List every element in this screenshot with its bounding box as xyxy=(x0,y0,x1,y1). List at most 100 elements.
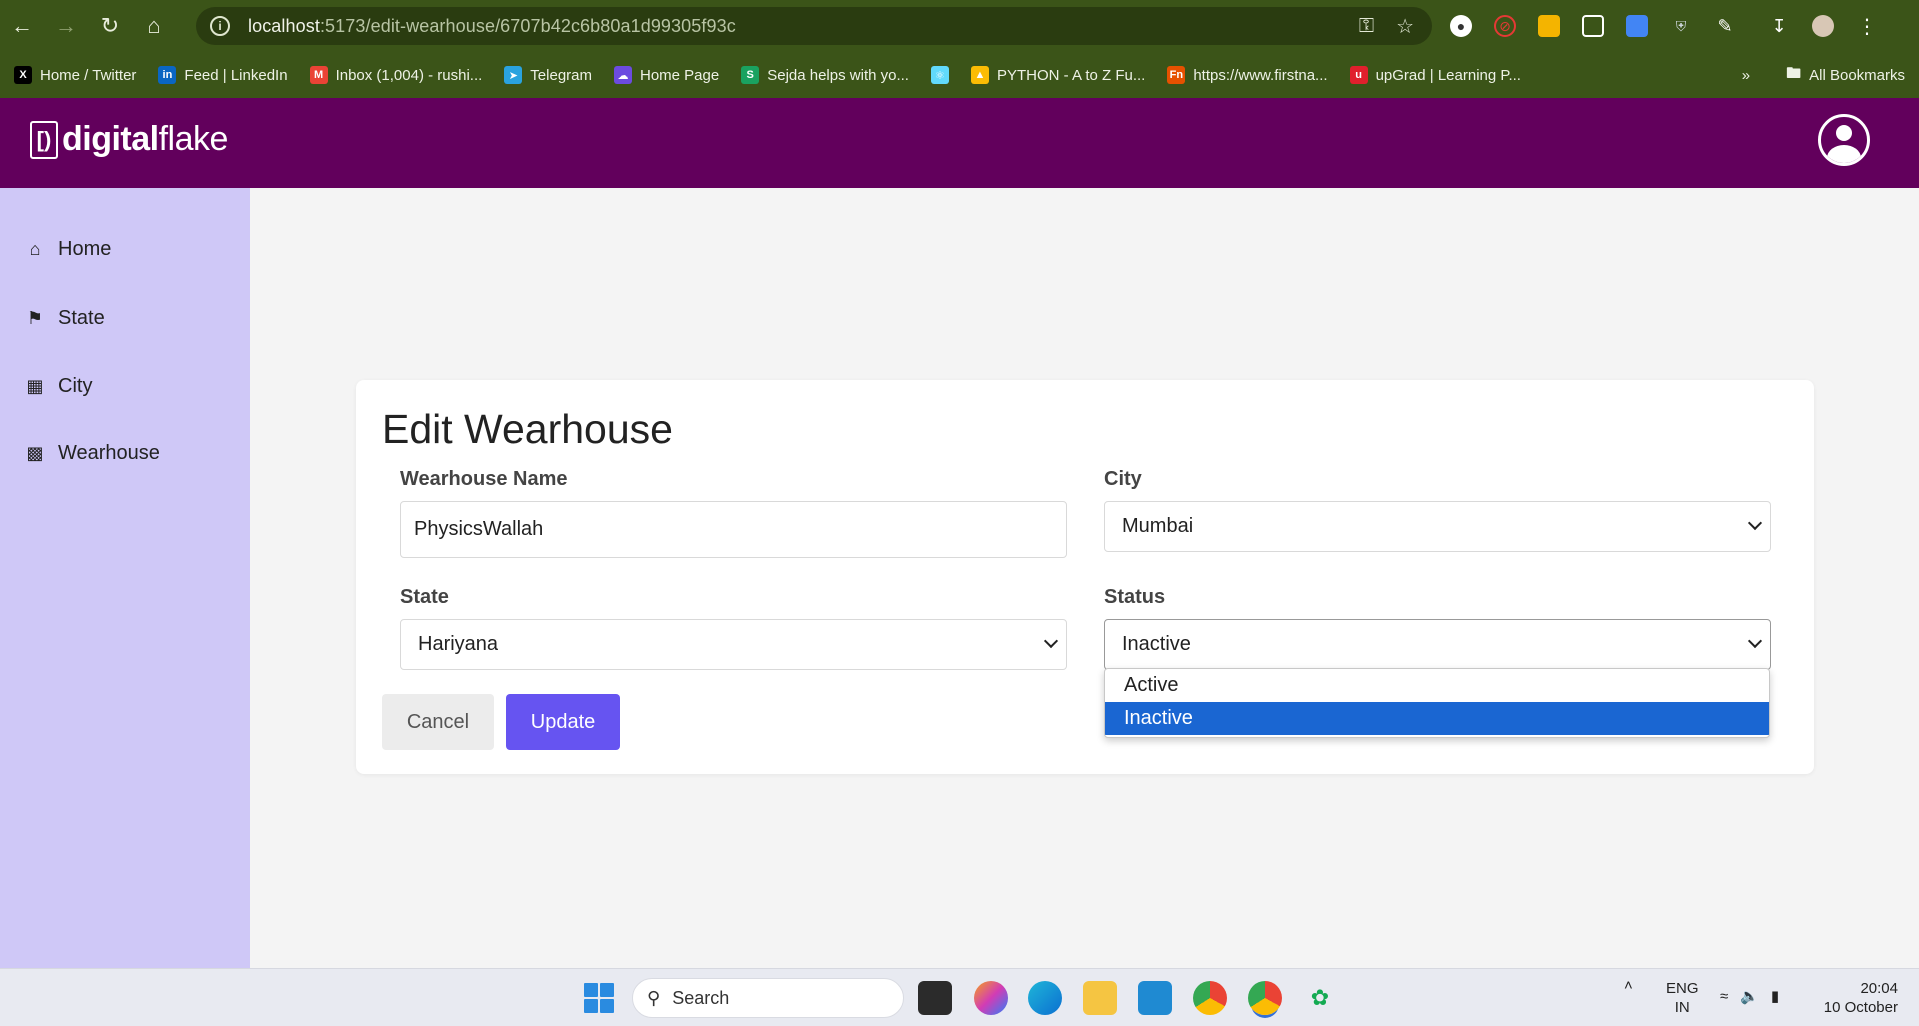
bookmark-label: Telegram xyxy=(530,66,592,84)
bookmarks-right: » 🖿 All Bookmarks xyxy=(1742,52,1905,98)
bookmark-item[interactable]: u upGrad | Learning P... xyxy=(1349,66,1521,84)
bookmark-label: PYTHON - A to Z Fu... xyxy=(996,66,1146,84)
bookmark-item[interactable]: ⚛ xyxy=(930,66,949,84)
taskbar-search[interactable]: ⚲ Search xyxy=(632,978,904,1018)
bookmark-item[interactable]: S Sejda helps with yo... xyxy=(741,66,909,84)
sidebar-item-state[interactable]: ⚑ State xyxy=(24,307,105,330)
user-profile-icon[interactable] xyxy=(1818,114,1870,166)
chrome-profile-icon[interactable] xyxy=(1248,981,1282,1015)
sidebar-item-label: Home xyxy=(58,238,112,260)
taskbar-search-label: Search xyxy=(672,987,730,1008)
vscode-icon[interactable] xyxy=(1138,981,1172,1015)
folder-icon: 🖿 xyxy=(1786,64,1802,82)
status-option-inactive[interactable]: Inactive xyxy=(1105,702,1769,735)
bookmark-item[interactable]: Fn https://www.firstna... xyxy=(1167,66,1328,84)
puzzle-icon[interactable]: ✎ xyxy=(1714,15,1736,37)
home-browser-icon[interactable]: ⌂ xyxy=(132,0,176,52)
browser-toolbar: ← → ↻ ⌂ i localhost:5173/edit-wearhouse/… xyxy=(0,0,1919,52)
logo-text-bold: digital xyxy=(62,120,159,158)
bookmark-label: Feed | LinkedIn xyxy=(184,66,288,84)
city-select-value: Mumbai xyxy=(1122,515,1194,537)
chevron-down-icon xyxy=(1043,633,1059,649)
url-text: localhost:5173/edit-wearhouse/6707b42c6b… xyxy=(248,16,736,37)
sidebar-item-wearhouse[interactable]: ▩ Wearhouse xyxy=(24,442,160,465)
status-label: Status xyxy=(1104,586,1166,608)
windows-start-icon[interactable] xyxy=(584,983,614,1013)
bookmarks-bar: X Home / Twitter in Feed | LinkedIn M Inbox (… xyxy=(0,52,1919,98)
react-icon: ⚛ xyxy=(930,66,949,84)
task-view-icon[interactable] xyxy=(918,981,952,1015)
state-label: State xyxy=(400,586,449,608)
language-indicator[interactable]: ENG IN xyxy=(1666,979,1699,1017)
file-explorer-icon[interactable] xyxy=(1083,981,1117,1015)
all-bookmarks-label: All Bookmarks xyxy=(1809,66,1905,84)
window-icon[interactable] xyxy=(1582,15,1604,37)
bookmark-item[interactable]: ▲ PYTHON - A to Z Fu... xyxy=(970,66,1146,84)
taskbar-clock[interactable]: 20:04 10 October xyxy=(1820,979,1898,1017)
cloud-icon: ☁ xyxy=(614,66,632,84)
forward-icon[interactable]: → xyxy=(44,0,88,52)
download-icon[interactable]: ↧ xyxy=(1768,15,1790,37)
cancel-button[interactable]: Cancel xyxy=(382,694,494,750)
linkedin-icon: in xyxy=(158,66,177,84)
home-icon: ⌂ xyxy=(29,239,41,259)
omnibox-actions: ⚿ ☆ xyxy=(1359,7,1414,45)
all-bookmarks-button[interactable]: 🖿 All Bookmarks xyxy=(1786,63,1905,88)
system-tray-icons[interactable]: ≈ 🔈 ▮ xyxy=(1720,987,1779,1006)
bookmark-star-icon[interactable]: ☆ xyxy=(1396,14,1414,39)
bookmark-label: Sejda helps with yo... xyxy=(767,66,909,84)
edge-icon[interactable] xyxy=(1028,981,1062,1015)
browser-avatar-icon[interactable] xyxy=(1812,15,1834,37)
mongodb-icon[interactable]: ✿ xyxy=(1303,981,1337,1015)
sidebar-item-home[interactable]: ⌂ Home xyxy=(24,238,112,261)
copilot-icon[interactable] xyxy=(974,981,1008,1015)
sidebar-item-label: City xyxy=(58,375,93,397)
bookmark-item[interactable]: X Home / Twitter xyxy=(14,66,136,84)
state-select-value: Hariyana xyxy=(418,633,499,655)
bookmark-label: Home Page xyxy=(640,66,720,84)
bookmark-item[interactable]: ☁ Home Page xyxy=(614,66,719,84)
chevron-down-icon xyxy=(1747,515,1763,531)
back-icon[interactable]: ← xyxy=(0,0,44,52)
more-bookmarks-button[interactable]: » xyxy=(1742,67,1750,84)
city-select[interactable]: Mumbai xyxy=(1104,501,1771,552)
update-button[interactable]: Update xyxy=(506,694,620,750)
site-info-icon[interactable]: i xyxy=(210,16,230,36)
gmail-icon: M xyxy=(309,66,328,84)
clock-date: 10 October xyxy=(1823,999,1898,1016)
document-icon[interactable] xyxy=(1626,15,1648,37)
sidebar-item-city[interactable]: ▦ City xyxy=(24,375,92,398)
volume-icon: 🔈 xyxy=(1740,988,1759,1005)
clock-time: 20:04 xyxy=(1860,980,1898,997)
state-select[interactable]: Hariyana xyxy=(400,619,1067,670)
app-header: [) digitalflake xyxy=(0,98,1919,188)
fn-icon: Fn xyxy=(1167,66,1186,84)
sidebar-item-label: State xyxy=(58,307,105,329)
menu-kebab-icon[interactable]: ⋮ xyxy=(1856,15,1878,38)
x-logo-icon: X xyxy=(14,66,32,84)
language-line-1: ENG xyxy=(1666,980,1699,997)
language-line-2: IN xyxy=(1674,999,1690,1016)
address-bar[interactable]: i localhost:5173/edit-wearhouse/6707b42c… xyxy=(196,7,1432,45)
chrome-icon[interactable] xyxy=(1193,981,1227,1015)
extension-icon-1[interactable]: ● xyxy=(1450,15,1472,37)
bookmark-item[interactable]: in Feed | LinkedIn xyxy=(158,66,288,84)
url-host: localhost xyxy=(248,15,320,36)
upgrad-icon: u xyxy=(1349,66,1368,84)
sejda-icon: S xyxy=(741,66,760,84)
status-select[interactable]: Inactive xyxy=(1104,619,1771,670)
status-option-active[interactable]: Active xyxy=(1105,669,1769,702)
reload-icon[interactable]: ↻ xyxy=(88,0,132,52)
extensions-area: ● ⊘ ⛨ ✎ ↧ ⋮ xyxy=(1450,0,1878,52)
bookmark-item[interactable]: ➤ Telegram xyxy=(504,66,592,84)
digitalflake-logo[interactable]: [) digitalflake xyxy=(30,120,228,159)
logo-mark: [) xyxy=(30,120,58,159)
shield-icon[interactable]: ⛨ xyxy=(1670,15,1692,37)
block-icon[interactable]: ⊘ xyxy=(1494,15,1516,37)
bookmark-item[interactable]: M Inbox (1,004) - rushi... xyxy=(309,66,482,84)
tray-chevron-up-icon[interactable]: ˄ xyxy=(1624,977,1633,994)
sidebar-item-label: Wearhouse xyxy=(58,442,160,464)
extension-icon-2[interactable] xyxy=(1538,15,1560,37)
wearhouse-name-input[interactable] xyxy=(400,501,1067,558)
key-icon[interactable]: ⚿ xyxy=(1359,15,1374,38)
